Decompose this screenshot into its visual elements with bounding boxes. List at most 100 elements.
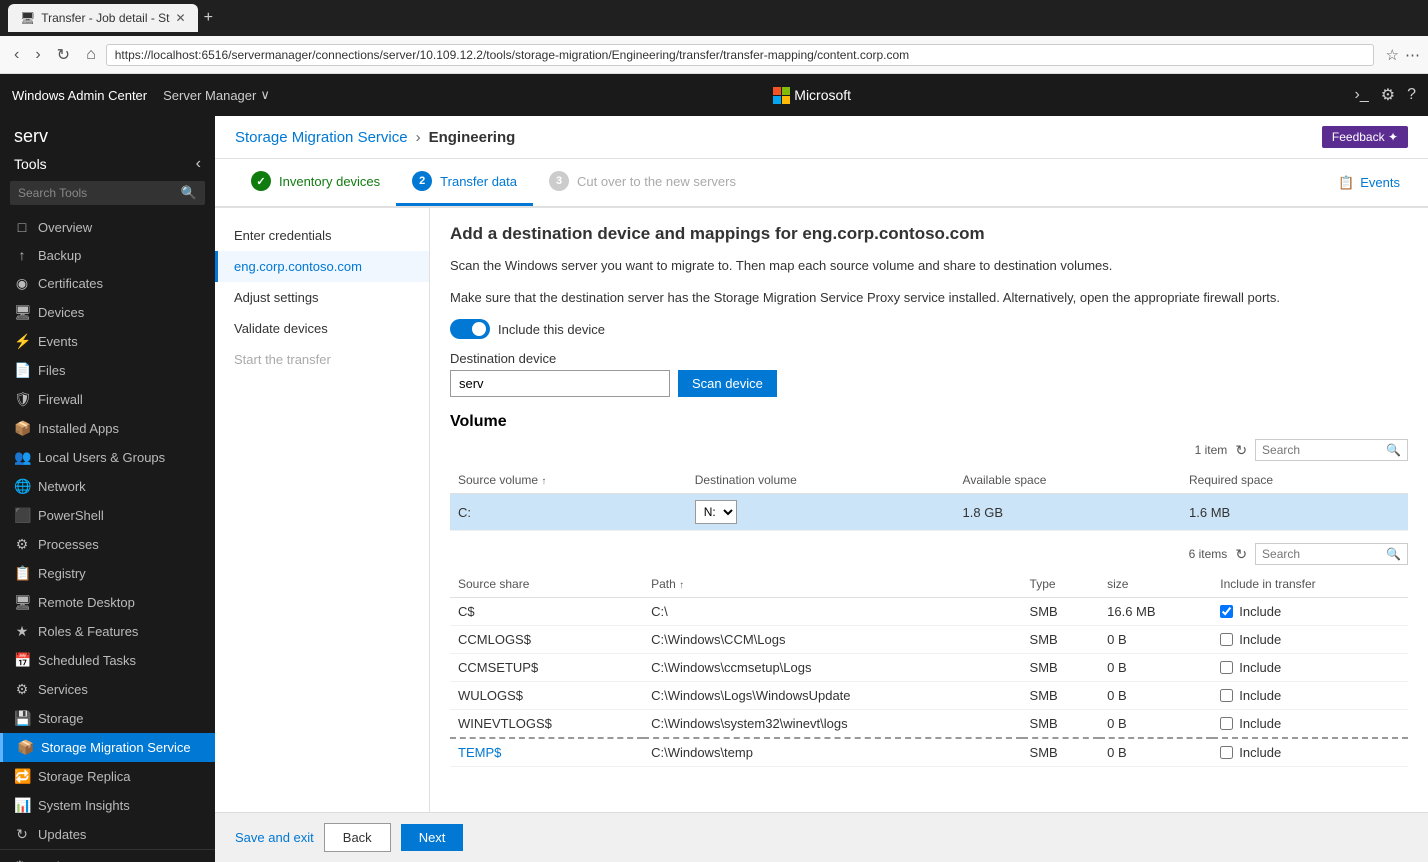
sidebar-item-label: Installed Apps bbox=[38, 421, 119, 436]
next-button[interactable]: Next bbox=[401, 824, 464, 851]
menu-icon[interactable]: ⋯ bbox=[1405, 46, 1420, 64]
include-checkbox[interactable] bbox=[1220, 717, 1233, 730]
sidebar-item-updates[interactable]: ↻ Updates bbox=[0, 820, 215, 849]
include-label: Include bbox=[1239, 604, 1281, 619]
forward-button[interactable]: › bbox=[29, 44, 46, 66]
breadcrumb-parent[interactable]: Storage Migration Service bbox=[235, 129, 408, 146]
tab-inventory-devices[interactable]: ✓ Inventory devices bbox=[235, 159, 396, 206]
sidebar-item-files[interactable]: 📄 Files bbox=[0, 356, 215, 385]
star-icon[interactable]: ☆ bbox=[1386, 46, 1399, 64]
files-icon: 📄 bbox=[14, 362, 30, 379]
step1-num: ✓ bbox=[251, 171, 271, 191]
tab-transfer-data[interactable]: 2 Transfer data bbox=[396, 159, 533, 206]
include-checkbox[interactable] bbox=[1220, 746, 1233, 759]
insights-icon: 📊 bbox=[14, 797, 30, 814]
leftnav-start-transfer: Start the transfer bbox=[215, 344, 429, 375]
sidebar-item-registry[interactable]: 📋 Registry bbox=[0, 559, 215, 588]
dest-device-input[interactable] bbox=[450, 370, 670, 397]
sidebar-item-network[interactable]: 🌐 Network bbox=[0, 472, 215, 501]
wizard-leftnav: Enter credentials eng.corp.contoso.com A… bbox=[215, 208, 430, 812]
users-icon: 👥 bbox=[14, 449, 30, 466]
wizard-tabs: ✓ Inventory devices 2 Transfer data 3 Cu… bbox=[215, 159, 1428, 208]
address-bar[interactable] bbox=[106, 44, 1374, 66]
sidebar-item-label: Scheduled Tasks bbox=[38, 653, 136, 668]
leftnav-adjust-settings[interactable]: Adjust settings bbox=[215, 282, 429, 313]
sidebar-item-installed-apps[interactable]: 📦 Installed Apps bbox=[0, 414, 215, 443]
size-cell: 0 B bbox=[1099, 738, 1212, 767]
sidebar-item-overview[interactable]: □ Overview bbox=[0, 213, 215, 241]
col-required-space: Required space bbox=[1181, 467, 1408, 494]
sidebar-item-storage-migration[interactable]: 📦 Storage Migration Service bbox=[0, 733, 215, 762]
sidebar-collapse-button[interactable]: ‹ bbox=[196, 155, 201, 173]
include-label: Include bbox=[1239, 745, 1281, 760]
dest-volume-cell: N: bbox=[687, 494, 955, 531]
share-refresh-icon[interactable]: ↻ bbox=[1235, 546, 1247, 563]
sidebar-item-label: Backup bbox=[38, 248, 81, 263]
chevron-down-icon: ∨ bbox=[260, 87, 270, 103]
scan-device-button[interactable]: Scan device bbox=[678, 370, 777, 397]
share-search-input[interactable] bbox=[1262, 547, 1382, 561]
sidebar-item-system-insights[interactable]: 📊 System Insights bbox=[0, 791, 215, 820]
sidebar-item-services[interactable]: ⚙ Services bbox=[0, 675, 215, 704]
size-cell: 0 B bbox=[1099, 710, 1212, 739]
save-exit-button[interactable]: Save and exit bbox=[235, 824, 314, 851]
path-cell: C:\Windows\temp bbox=[643, 738, 1021, 767]
volume-count: 1 item bbox=[1195, 443, 1228, 457]
type-cell: SMB bbox=[1022, 654, 1100, 682]
feedback-button[interactable]: Feedback ✦ bbox=[1322, 126, 1408, 148]
sidebar-item-roles[interactable]: ★ Roles & Features bbox=[0, 617, 215, 646]
breadcrumb-separator: › bbox=[416, 129, 421, 146]
back-button[interactable]: ‹ bbox=[8, 44, 25, 66]
sidebar-item-storage-replica[interactable]: 🔁 Storage Replica bbox=[0, 762, 215, 791]
breadcrumb: Storage Migration Service › Engineering bbox=[235, 129, 515, 146]
include-checkbox[interactable] bbox=[1220, 661, 1233, 674]
sidebar-item-certificates[interactable]: ◉ Certificates bbox=[0, 269, 215, 298]
events-button[interactable]: 📋 Events bbox=[1330, 167, 1408, 199]
sidebar-item-devices[interactable]: 🖥 Devices bbox=[0, 298, 215, 327]
table-row: C$ C:\ SMB 16.6 MB Include bbox=[450, 598, 1408, 626]
share-section: 6 items ↻ 🔍 Source share Pa bbox=[450, 543, 1408, 767]
volume-search-icon: 🔍 bbox=[1386, 443, 1401, 457]
back-button[interactable]: Back bbox=[324, 823, 391, 852]
include-cell: Include bbox=[1212, 626, 1408, 654]
volume-refresh-icon[interactable]: ↻ bbox=[1235, 442, 1247, 459]
sidebar-item-firewall[interactable]: 🛡 Firewall bbox=[0, 385, 215, 414]
tab-icon: 🖥 bbox=[20, 11, 35, 25]
table-row: CCMLOGS$ C:\Windows\CCM\Logs SMB 0 B Inc… bbox=[450, 626, 1408, 654]
dest-volume-select[interactable]: N: bbox=[695, 500, 737, 524]
tab-close-icon[interactable]: ✕ bbox=[176, 11, 186, 25]
include-device-toggle[interactable] bbox=[450, 319, 490, 339]
leftnav-enter-credentials[interactable]: Enter credentials bbox=[215, 220, 429, 251]
search-input[interactable] bbox=[18, 186, 175, 200]
sidebar-item-local-users[interactable]: 👥 Local Users & Groups bbox=[0, 443, 215, 472]
new-tab-icon[interactable]: + bbox=[204, 9, 213, 27]
home-button[interactable]: ⌂ bbox=[80, 44, 102, 66]
include-label: Include bbox=[1239, 688, 1281, 703]
volume-search-input[interactable] bbox=[1262, 443, 1382, 457]
server-manager-button[interactable]: Server Manager ∨ bbox=[163, 87, 270, 103]
leftnav-validate-devices[interactable]: Validate devices bbox=[215, 313, 429, 344]
sidebar-item-backup[interactable]: ↑ Backup bbox=[0, 241, 215, 269]
sidebar-item-processes[interactable]: ⚙ Processes bbox=[0, 530, 215, 559]
settings-icon[interactable]: ⚙ bbox=[1381, 85, 1395, 105]
prompt-icon[interactable]: ›_ bbox=[1355, 86, 1369, 104]
sidebar-item-scheduled-tasks[interactable]: 📅 Scheduled Tasks bbox=[0, 646, 215, 675]
help-icon[interactable]: ? bbox=[1407, 86, 1416, 104]
leftnav-eng-corp[interactable]: eng.corp.contoso.com bbox=[215, 251, 429, 282]
sidebar-item-events[interactable]: ⚡ Events bbox=[0, 327, 215, 356]
include-checkbox[interactable] bbox=[1220, 689, 1233, 702]
include-checkbox[interactable] bbox=[1220, 605, 1233, 618]
sidebar-item-powershell[interactable]: ⬛ PowerShell bbox=[0, 501, 215, 530]
step3-label: Cut over to the new servers bbox=[577, 174, 736, 189]
refresh-button[interactable]: ↻ bbox=[51, 43, 76, 67]
bottom-bar: Save and exit Back Next bbox=[215, 812, 1428, 862]
source-volume-cell: C: bbox=[450, 494, 687, 531]
include-checkbox[interactable] bbox=[1220, 633, 1233, 646]
col-source-volume: Source volume ↑ bbox=[450, 467, 687, 494]
col-include-transfer: Include in transfer bbox=[1212, 571, 1408, 598]
sidebar-item-remote-desktop[interactable]: 🖥 Remote Desktop bbox=[0, 588, 215, 617]
content-area: Storage Migration Service › Engineering … bbox=[215, 116, 1428, 862]
browser-tab[interactable]: 🖥 Transfer - Job detail - St ✕ bbox=[8, 4, 198, 32]
sidebar-item-storage[interactable]: 💾 Storage bbox=[0, 704, 215, 733]
settings-nav-item[interactable]: ⚙ Settings bbox=[0, 849, 215, 862]
